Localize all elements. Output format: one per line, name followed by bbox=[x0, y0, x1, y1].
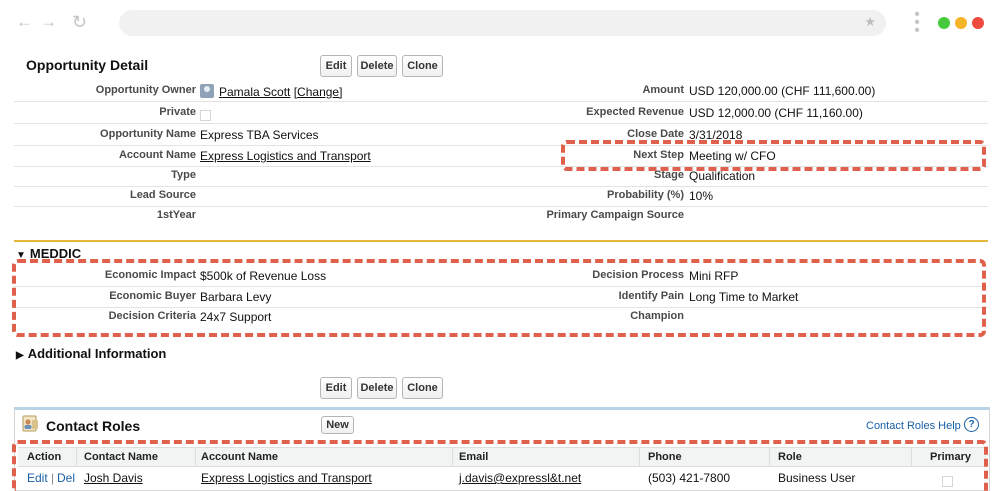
avatar-icon bbox=[200, 84, 214, 98]
field-value: USD 120,000.00 (CHF 111,600.00) bbox=[689, 84, 876, 98]
detail-row: 1stYear Primary Campaign Source bbox=[14, 206, 988, 227]
field-label: Account Name bbox=[118, 149, 196, 161]
opportunity-owner-value: Pamala Scott [Change] bbox=[200, 84, 342, 99]
contact-roles-icon bbox=[22, 415, 38, 432]
field-label: Probability (%) bbox=[606, 189, 684, 201]
detail-row: Private Expected Revenue USD 12,000.00 (… bbox=[14, 103, 988, 124]
section-divider bbox=[14, 240, 988, 242]
forward-arrow-icon[interactable]: → bbox=[40, 12, 57, 32]
detail-row: Opportunity Owner Pamala Scott [Change] … bbox=[14, 81, 988, 102]
field-value: Express TBA Services bbox=[200, 128, 319, 142]
help-icon[interactable]: ? bbox=[964, 417, 979, 432]
detail-row: Lead Source Probability (%) 10% bbox=[14, 186, 988, 207]
change-owner-link[interactable]: [Change] bbox=[294, 85, 343, 99]
checkbox-icon bbox=[200, 110, 211, 122]
field-value: Qualification bbox=[689, 169, 756, 183]
contact-roles-title: Contact Roles bbox=[46, 418, 141, 434]
clone-button[interactable]: Clone bbox=[402, 55, 443, 77]
edit-button-bottom[interactable]: Edit bbox=[320, 377, 352, 399]
delete-button[interactable]: Delete bbox=[357, 55, 397, 77]
browser-toolbar: ← → ↻ ★ • • • bbox=[0, 0, 1000, 46]
field-label: Amount bbox=[642, 84, 684, 96]
delete-button-bottom[interactable]: Delete bbox=[357, 377, 397, 399]
window-close-dot[interactable] bbox=[972, 17, 984, 29]
window-maximize-dot[interactable] bbox=[938, 17, 950, 29]
new-contact-role-button[interactable]: New bbox=[321, 416, 354, 434]
private-checkbox bbox=[200, 108, 211, 122]
field-label: 1stYear bbox=[156, 209, 196, 221]
additional-info-toggle[interactable]: ▶ Additional Information bbox=[16, 346, 166, 361]
account-name-link[interactable]: Express Logistics and Transport bbox=[200, 149, 371, 163]
owner-link[interactable]: Pamala Scott bbox=[219, 85, 290, 99]
field-label: Private bbox=[159, 106, 196, 118]
field-label: Opportunity Owner bbox=[95, 84, 196, 96]
field-value: USD 12,000.00 (CHF 11,160.00) bbox=[689, 106, 863, 120]
field-label: Opportunity Name bbox=[100, 128, 196, 140]
reload-icon[interactable]: ↻ bbox=[72, 12, 87, 32]
address-bar[interactable]: ★ bbox=[119, 10, 886, 36]
kebab-menu-icon[interactable]: • • • bbox=[914, 7, 920, 39]
field-label: Primary Campaign Source bbox=[546, 209, 684, 221]
meddic-highlight bbox=[12, 259, 986, 337]
clone-button-bottom[interactable]: Clone bbox=[402, 377, 443, 399]
field-value: 10% bbox=[689, 189, 714, 203]
field-label: Lead Source bbox=[129, 189, 196, 201]
star-icon[interactable]: ★ bbox=[864, 14, 876, 30]
field-label: Type bbox=[171, 169, 196, 181]
section-title-text: Additional Information bbox=[27, 346, 167, 361]
field-label: Close Date bbox=[627, 128, 684, 140]
expand-triangle-icon: ▶ bbox=[16, 350, 24, 361]
contact-roles-highlight bbox=[12, 440, 988, 491]
field-label: Expected Revenue bbox=[586, 106, 684, 118]
edit-button[interactable]: Edit bbox=[320, 55, 352, 77]
window-minimize-dot[interactable] bbox=[955, 17, 967, 29]
page-title: Opportunity Detail bbox=[26, 57, 149, 73]
next-step-highlight bbox=[561, 140, 986, 171]
back-arrow-icon[interactable]: ← bbox=[16, 12, 33, 32]
contact-roles-help-link[interactable]: Contact Roles Help bbox=[866, 420, 961, 432]
